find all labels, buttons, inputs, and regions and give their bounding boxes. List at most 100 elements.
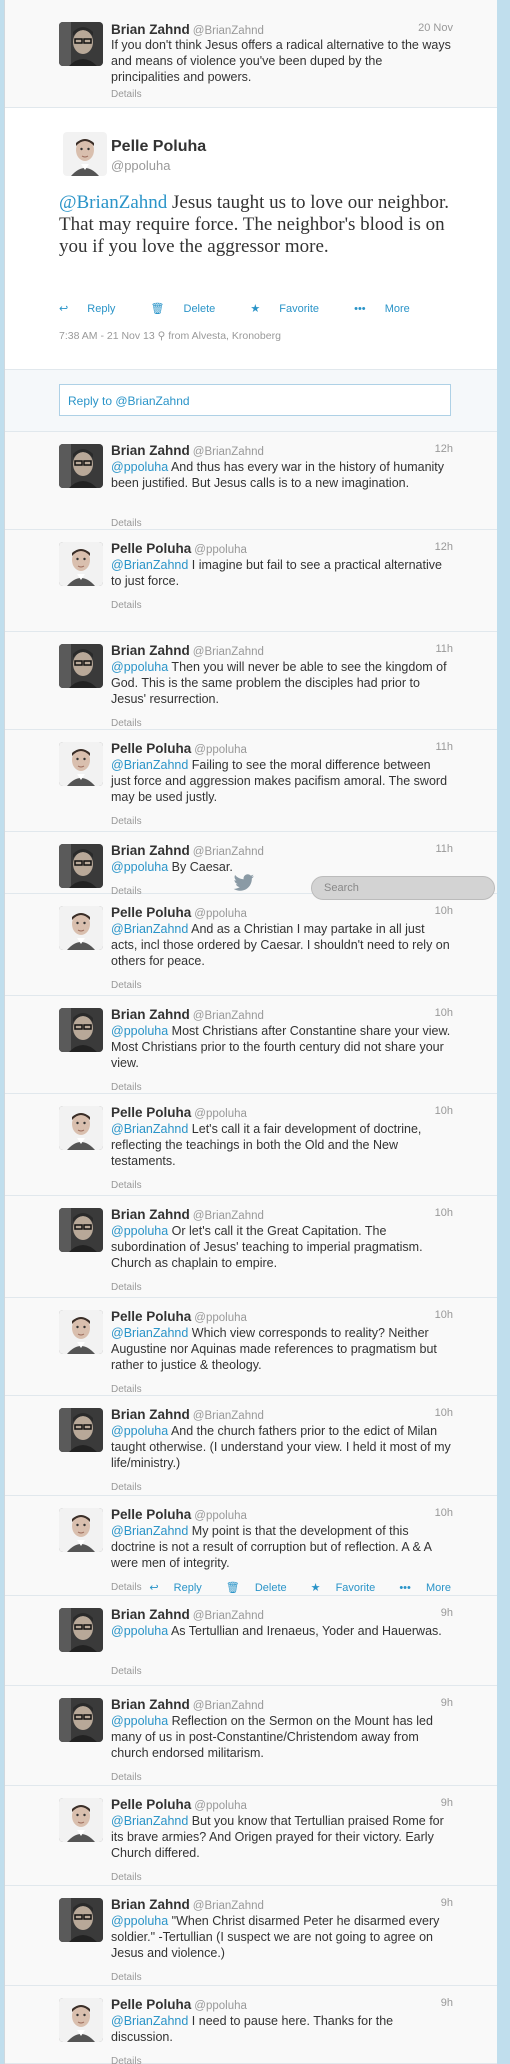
- tweet-author-name[interactable]: Brian Zahnd: [111, 22, 190, 37]
- tweet-timestamp[interactable]: 10h: [435, 905, 453, 917]
- tweet-location[interactable]: from Alvesta, Kronoberg: [168, 330, 281, 342]
- tweet-timestamp[interactable]: 20 Nov: [418, 22, 453, 34]
- mention-link[interactable]: @BrianZahnd: [111, 1814, 188, 1828]
- tweet-timestamp[interactable]: 9h: [441, 1897, 453, 1909]
- tweet-author-name[interactable]: Brian Zahnd: [111, 443, 190, 458]
- tweet-item[interactable]: Brian Zahnd @BrianZahnd 20 Nov If you don…: [5, 0, 497, 108]
- tweet-timestamp[interactable]: 10h: [435, 1207, 453, 1219]
- tweet-author-name[interactable]: Pelle Poluha: [111, 1309, 191, 1324]
- tweet-timestamp[interactable]: 12h: [435, 443, 453, 455]
- tweet-author-name[interactable]: Pelle Poluha: [111, 1997, 191, 2012]
- delete-button[interactable]: 🗑 Delete: [214, 1582, 287, 1594]
- avatar[interactable]: [59, 444, 103, 488]
- details-link[interactable]: Details: [111, 518, 142, 529]
- details-link[interactable]: Details: [111, 1180, 142, 1191]
- search-input[interactable]: Search: [311, 876, 495, 900]
- tweet-timestamp[interactable]: 9h: [441, 1607, 453, 1619]
- favorite-button[interactable]: ★ Favorite: [299, 1582, 376, 1594]
- tweet-author-name[interactable]: Brian Zahnd: [111, 843, 190, 858]
- avatar[interactable]: [59, 1008, 103, 1052]
- mention-link[interactable]: @BrianZahnd: [111, 1524, 188, 1538]
- details-link[interactable]: Details: [111, 1482, 142, 1493]
- avatar[interactable]: [59, 644, 103, 688]
- tweet-author-handle[interactable]: @BrianZahnd: [193, 1210, 264, 1222]
- tweet-author-name[interactable]: Pelle Poluha: [111, 138, 206, 156]
- mention-link[interactable]: @ppoluha: [111, 1624, 168, 1638]
- tweet-timestamp[interactable]: 9h: [441, 1697, 453, 1709]
- tweet-timestamp[interactable]: 10h: [435, 1007, 453, 1019]
- tweet-author-handle[interactable]: @ppoluha: [194, 1312, 247, 1324]
- tweet-author-handle[interactable]: @BrianZahnd: [193, 1010, 264, 1022]
- tweet-author-name[interactable]: Brian Zahnd: [111, 1407, 190, 1422]
- details-link[interactable]: Details: [111, 1872, 142, 1883]
- tweet-author-handle[interactable]: @BrianZahnd: [193, 25, 264, 37]
- avatar[interactable]: [59, 542, 103, 586]
- tweet-timestamp[interactable]: 11h: [435, 643, 453, 655]
- tweet-author-handle[interactable]: @ppoluha: [194, 744, 247, 756]
- avatar[interactable]: [59, 906, 103, 950]
- tweet-author-handle[interactable]: @BrianZahnd: [193, 1610, 264, 1622]
- tweet-author-name[interactable]: Pelle Poluha: [111, 1105, 191, 1120]
- avatar[interactable]: [59, 1208, 103, 1252]
- mention-link[interactable]: @ppoluha: [111, 1024, 168, 1038]
- tweet-timestamp[interactable]: 10h: [435, 1309, 453, 1321]
- tweet-author-name[interactable]: Pelle Poluha: [111, 1507, 191, 1522]
- details-link[interactable]: Details: [111, 1772, 142, 1783]
- mention-link[interactable]: @BrianZahnd: [111, 558, 188, 572]
- tweet-item[interactable]: Pelle Poluha @ppoluha 12h @BrianZahnd I ima…: [5, 530, 497, 632]
- tweet-item[interactable]: Brian Zahnd @BrianZahnd 9h @ppoluha As Tert…: [5, 1596, 497, 1686]
- mention-link[interactable]: @ppoluha: [111, 860, 168, 874]
- tweet-author-handle[interactable]: @BrianZahnd: [193, 646, 264, 658]
- details-link[interactable]: Details: [111, 600, 142, 611]
- tweet-author-handle[interactable]: @BrianZahnd: [193, 1410, 264, 1422]
- delete-button[interactable]: 🗑 Delete: [150, 303, 231, 315]
- avatar[interactable]: [59, 22, 103, 66]
- details-link[interactable]: Details: [111, 816, 142, 827]
- tweet-item[interactable]: Brian Zahnd @BrianZahnd 12h @ppoluha And th…: [5, 432, 497, 530]
- tweet-author-name[interactable]: Brian Zahnd: [111, 1607, 190, 1622]
- avatar[interactable]: [59, 1408, 103, 1452]
- tweet-item[interactable]: Brian Zahnd @BrianZahnd 10h @ppoluha Or let…: [5, 1196, 497, 1298]
- tweet-timestamp[interactable]: 10h: [435, 1507, 453, 1519]
- mention-link[interactable]: @ppoluha: [111, 1224, 168, 1238]
- reply-input[interactable]: Reply to @BrianZahnd: [59, 384, 451, 416]
- tweet-timestamp[interactable]: 9h: [441, 1997, 453, 2009]
- tweet-timestamp[interactable]: 11h: [435, 741, 453, 753]
- tweet-date[interactable]: 7:38 AM - 21 Nov 13: [59, 330, 155, 342]
- twitter-bird-icon[interactable]: [233, 874, 255, 892]
- tweet-timestamp[interactable]: 12h: [435, 541, 453, 553]
- avatar[interactable]: [59, 1798, 103, 1842]
- mention-link[interactable]: @BrianZahnd: [59, 192, 167, 213]
- tweet-timestamp[interactable]: 9h: [441, 1797, 453, 1809]
- avatar[interactable]: [59, 1508, 103, 1552]
- tweet-author-handle[interactable]: @BrianZahnd: [193, 1900, 264, 1912]
- tweet-timestamp[interactable]: 11h: [435, 843, 453, 855]
- tweet-item[interactable]: Pelle Poluha @ppoluha 10h @BrianZahnd And a…: [5, 894, 497, 996]
- details-link[interactable]: Details: [111, 980, 142, 991]
- mention-link[interactable]: @ppoluha: [111, 1714, 168, 1728]
- details-link[interactable]: Details: [111, 1282, 142, 1293]
- tweet-author-handle[interactable]: @ppoluha: [194, 1108, 247, 1120]
- tweet-author-handle[interactable]: @ppoluha: [194, 2000, 247, 2012]
- mention-link[interactable]: @ppoluha: [111, 660, 168, 674]
- tweet-item[interactable]: Pelle Poluha @ppoluha 10h @BrianZahnd My po…: [5, 1496, 497, 1596]
- tweet-author-name[interactable]: Brian Zahnd: [111, 643, 190, 658]
- tweet-author-handle[interactable]: @ppoluha: [194, 908, 247, 920]
- details-link[interactable]: Details: [111, 1082, 142, 1093]
- avatar[interactable]: [59, 844, 103, 888]
- avatar[interactable]: [59, 1106, 103, 1150]
- tweet-author-handle[interactable]: @ppoluha: [111, 158, 170, 173]
- reply-button[interactable]: ↩ Reply: [59, 303, 131, 315]
- details-link[interactable]: Details: [111, 2056, 142, 2064]
- tweet-author-name[interactable]: Brian Zahnd: [111, 1207, 190, 1222]
- avatar[interactable]: [63, 132, 107, 176]
- tweet-item[interactable]: Brian Zahnd @BrianZahnd 10h @ppoluha And th…: [5, 1396, 497, 1496]
- tweet-author-name[interactable]: Brian Zahnd: [111, 1007, 190, 1022]
- tweet-author-handle[interactable]: @ppoluha: [194, 544, 247, 556]
- avatar[interactable]: [59, 1310, 103, 1354]
- tweet-author-name[interactable]: Brian Zahnd: [111, 1897, 190, 1912]
- tweet-item[interactable]: Pelle Poluha @ppoluha 11h @BrianZahnd Faili…: [5, 730, 497, 832]
- mention-link[interactable]: @ppoluha: [111, 1424, 168, 1438]
- mention-link[interactable]: @BrianZahnd: [111, 922, 188, 936]
- details-link[interactable]: Details: [111, 1666, 142, 1677]
